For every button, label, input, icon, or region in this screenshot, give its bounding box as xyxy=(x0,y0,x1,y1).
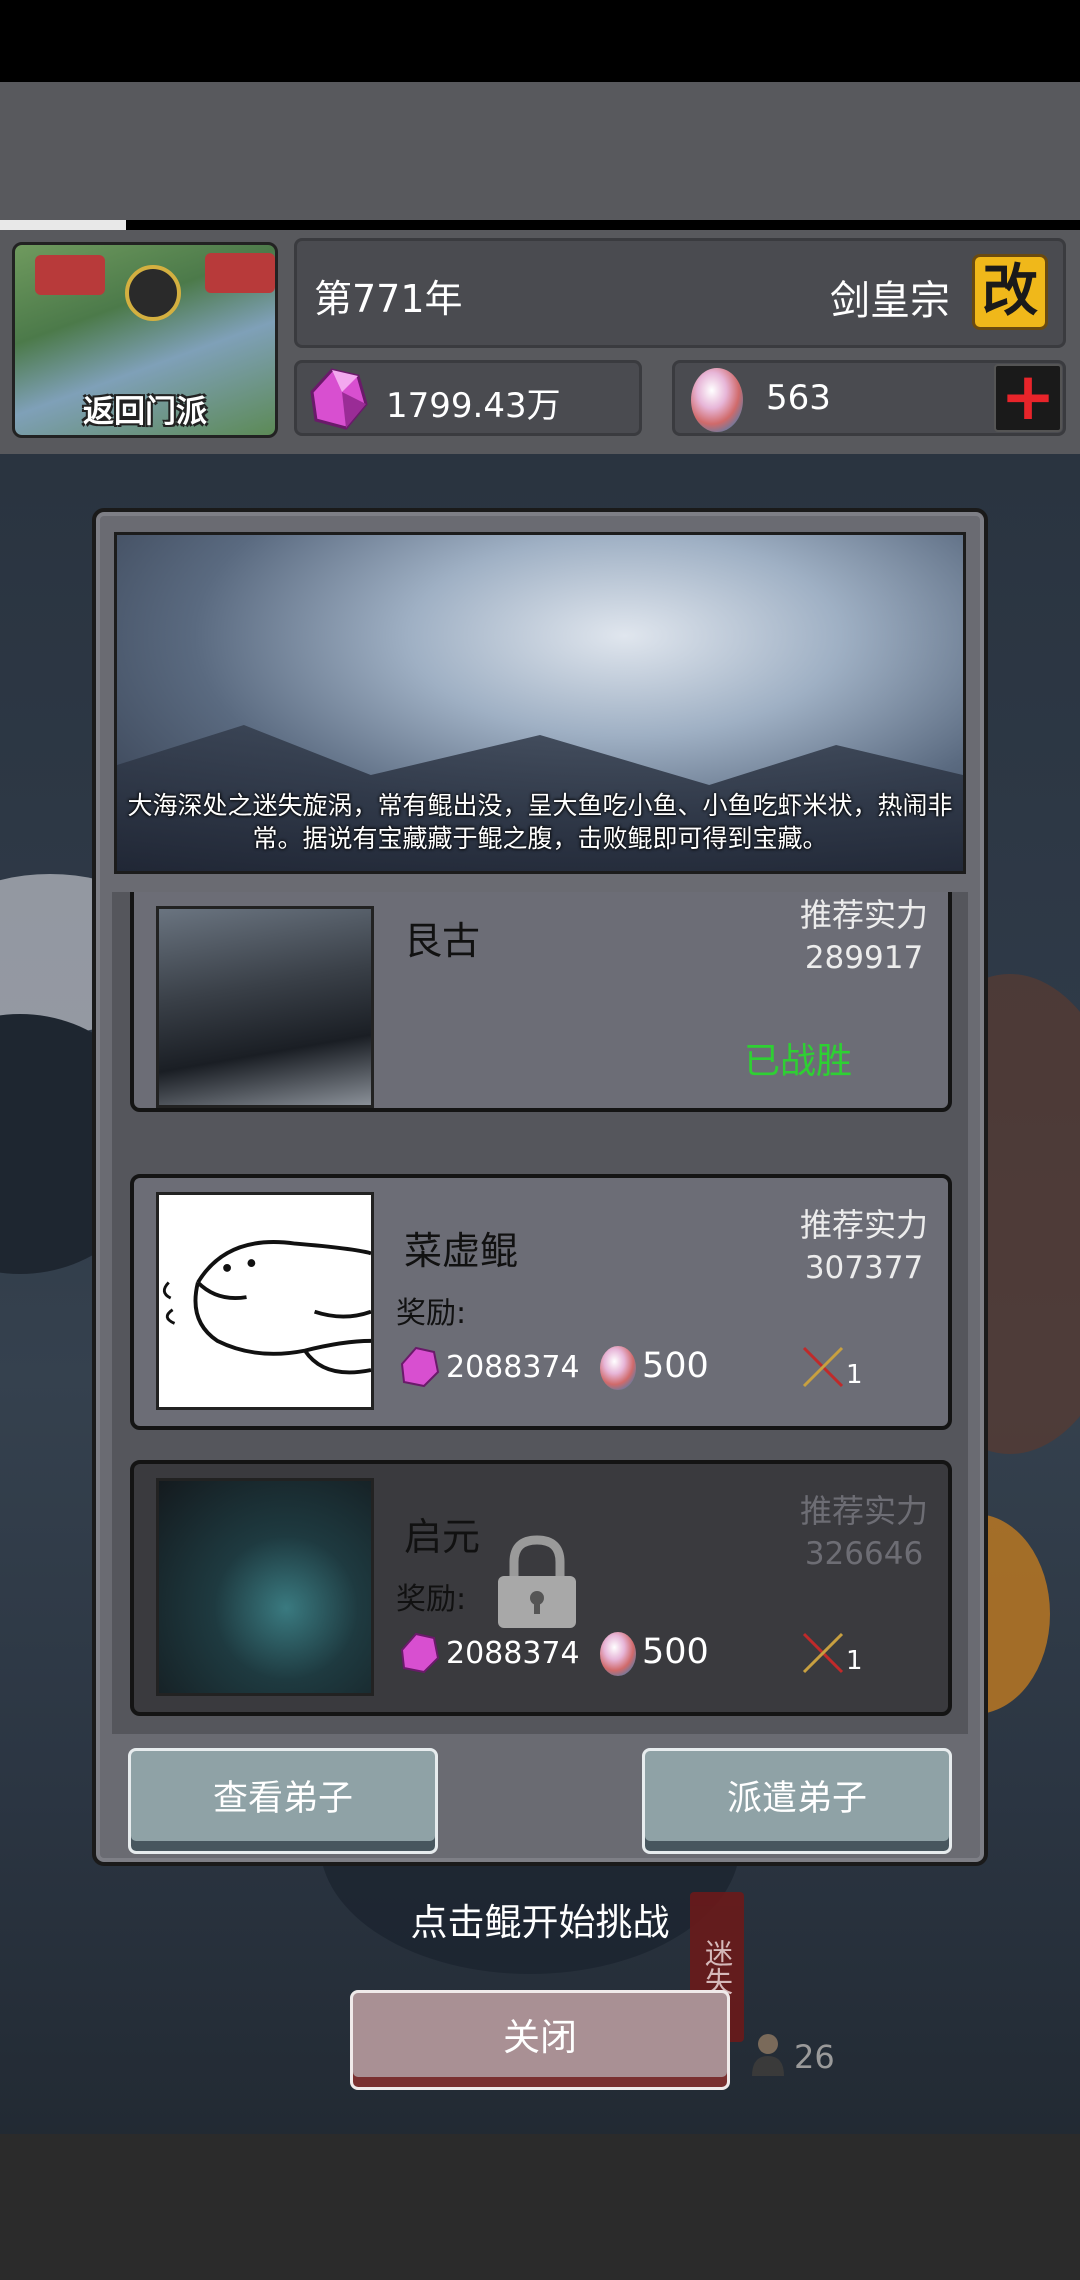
boss-portrait xyxy=(156,1478,374,1696)
reward-label: 奖励: xyxy=(396,1582,467,1617)
disciple-count: 26 xyxy=(794,2038,835,2076)
roof-icon xyxy=(205,253,275,293)
roof-icon xyxy=(35,255,105,295)
recommended-power-label: 推荐实力 xyxy=(799,896,928,934)
boss-name: 菜虚鲲 xyxy=(404,1229,519,1273)
crossed-swords-icon xyxy=(802,1632,844,1674)
kun-sketch-icon xyxy=(162,1240,371,1375)
return-sect-button[interactable]: 返回门派 xyxy=(12,242,278,438)
recommended-power-value: 326646 xyxy=(804,1536,924,1572)
boss-name: 艮古 xyxy=(404,919,481,963)
rename-button[interactable]: 改 xyxy=(972,254,1048,330)
boss-list[interactable]: 艮古 推荐实力 289917 已战胜 菜虚鲲 推荐实力 307377 奖励: 2… xyxy=(112,892,968,1734)
spirit-stone-icon xyxy=(310,368,368,430)
add-button[interactable]: + xyxy=(994,364,1062,432)
recommended-power-label: 推荐实力 xyxy=(799,1206,928,1244)
progress-bar xyxy=(0,220,126,230)
boss-card[interactable]: 艮古 推荐实力 289917 已战胜 xyxy=(130,892,952,1112)
reward-sword-amount: 1 xyxy=(846,1360,863,1390)
reward-sword-amount: 1 xyxy=(846,1646,863,1676)
boss-card[interactable]: 菜虚鲲 推荐实力 307377 奖励: 2088374 500 1 xyxy=(130,1174,952,1430)
sect-emblem-icon xyxy=(125,265,181,321)
spirit-stone-icon xyxy=(400,1632,440,1674)
reward-stone-amount: 2088374 xyxy=(446,1350,580,1385)
spirit-stone-icon xyxy=(400,1346,440,1388)
spirit-egg-count: 563 xyxy=(766,378,831,418)
reward-egg-amount: 500 xyxy=(642,1346,709,1386)
dispatch-disciples-button[interactable]: 派遣弟子 xyxy=(642,1748,952,1854)
boss-name: 启元 xyxy=(404,1515,481,1559)
boss-card-locked[interactable]: 启元 推荐实力 326646 奖励: 2088374 500 1 xyxy=(130,1460,952,1716)
reward-stone-amount: 2088374 xyxy=(446,1636,580,1671)
dungeon-banner: 大海深处之迷失旋涡，常有鲲出没，呈大鱼吃小鱼、小鱼吃虾米状，热闹非常。据说有宝藏… xyxy=(114,532,966,874)
boss-portrait xyxy=(156,906,374,1108)
view-disciples-button[interactable]: 查看弟子 xyxy=(128,1748,438,1854)
boss-portrait xyxy=(156,1192,374,1410)
sect-name: 剑皇宗 xyxy=(830,278,950,324)
spirit-stone-count: 1799.43万 xyxy=(386,386,561,426)
challenge-hint: 点击鲲开始挑战 xyxy=(410,1901,670,1944)
spirit-egg-icon xyxy=(691,368,743,432)
recommended-power-value: 289917 xyxy=(804,940,924,976)
dungeon-description: 大海深处之迷失旋涡，常有鲲出没，呈大鱼吃小鱼、小鱼吃虾米状，热闹非常。据说有宝藏… xyxy=(127,791,953,853)
reward-label: 奖励: xyxy=(396,1296,467,1331)
recommended-power-label: 推荐实力 xyxy=(799,1492,928,1530)
status-bar xyxy=(0,0,1080,82)
top-strip xyxy=(0,82,1080,220)
lock-icon xyxy=(498,1535,576,1628)
spirit-egg-icon xyxy=(600,1346,636,1390)
year-label: 第771年 xyxy=(314,277,463,321)
reward-egg-amount: 500 xyxy=(642,1632,709,1672)
bottom-bar xyxy=(0,2134,1080,2280)
return-sect-label: 返回门派 xyxy=(83,394,207,430)
victory-status: 已战胜 xyxy=(744,1041,853,1082)
crossed-swords-icon xyxy=(802,1346,844,1388)
spirit-egg-icon xyxy=(600,1632,636,1676)
close-button[interactable]: 关闭 xyxy=(350,1990,730,2090)
disciple-icon xyxy=(752,2034,784,2076)
recommended-power-value: 307377 xyxy=(804,1250,924,1286)
